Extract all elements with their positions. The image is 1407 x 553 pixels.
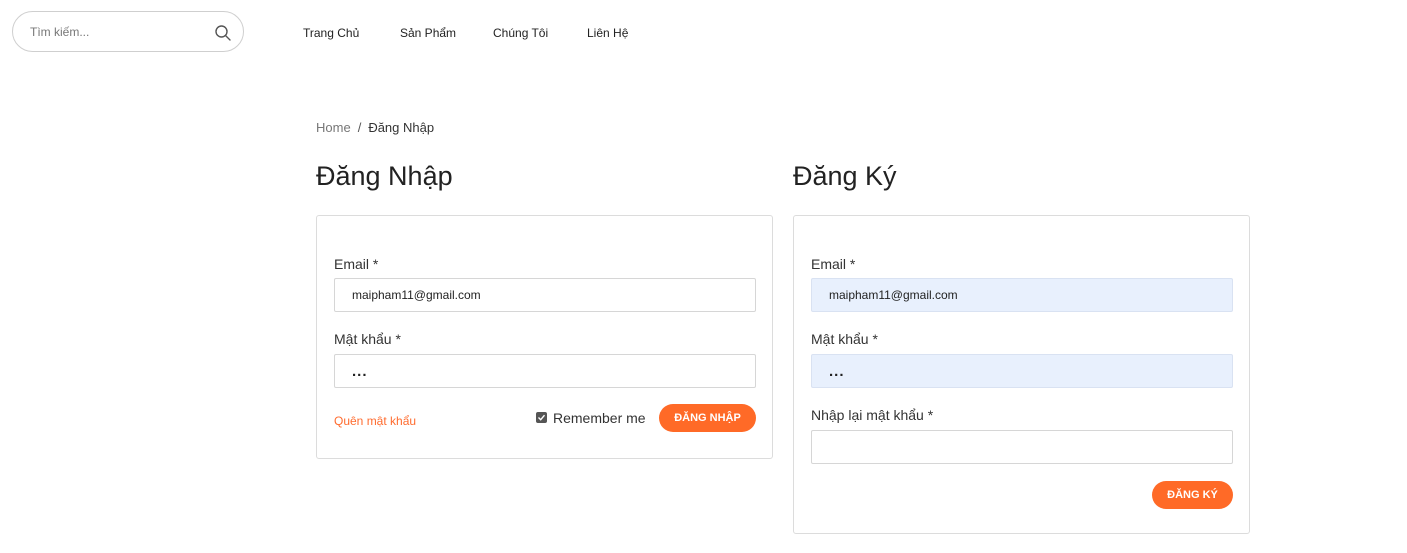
search-icon[interactable] <box>214 24 232 42</box>
register-panel: Email * Mật khẩu * Nhập lại mật khẩu * Đ… <box>793 215 1250 534</box>
login-email-label: Email * <box>334 256 379 272</box>
breadcrumb: Home / Đăng Nhập <box>316 120 434 135</box>
login-email-input[interactable] <box>334 278 756 312</box>
register-title: Đăng Ký <box>793 161 897 191</box>
register-email-label: Email * <box>811 256 856 272</box>
register-email-input[interactable] <box>811 278 1233 312</box>
search-input[interactable] <box>30 12 210 51</box>
breadcrumb-separator: / <box>357 120 362 135</box>
login-panel: Email * Mật khẩu * Quên mật khẩu Remembe… <box>316 215 773 459</box>
breadcrumb-current: Đăng Nhập <box>368 120 435 135</box>
register-password-input[interactable] <box>811 354 1233 388</box>
forgot-password-link[interactable]: Quên mật khẩu <box>334 414 416 428</box>
nav-link-products[interactable]: Sản Phẩm <box>400 26 456 40</box>
login-password-input[interactable] <box>334 354 756 388</box>
search-box <box>12 11 244 52</box>
remember-me-checkbox[interactable] <box>536 412 547 423</box>
register-password-label: Mật khẩu * <box>811 331 878 347</box>
nav-link-contact[interactable]: Liên Hệ <box>587 26 628 40</box>
remember-me-label: Remember me <box>553 410 646 426</box>
register-confirm-input[interactable] <box>811 430 1233 464</box>
breadcrumb-home[interactable]: Home <box>316 120 351 135</box>
register-submit-button[interactable]: ĐĂNG KÝ <box>1152 481 1233 509</box>
login-submit-button[interactable]: ĐĂNG NHẬP <box>659 404 756 432</box>
login-title: Đăng Nhập <box>316 161 453 191</box>
login-password-label: Mật khẩu * <box>334 331 401 347</box>
register-confirm-label: Nhập lại mật khẩu * <box>811 407 934 423</box>
nav-link-about[interactable]: Chúng Tôi <box>493 26 548 40</box>
nav-link-home[interactable]: Trang Chủ <box>303 26 359 40</box>
checkmark-icon <box>538 414 546 421</box>
